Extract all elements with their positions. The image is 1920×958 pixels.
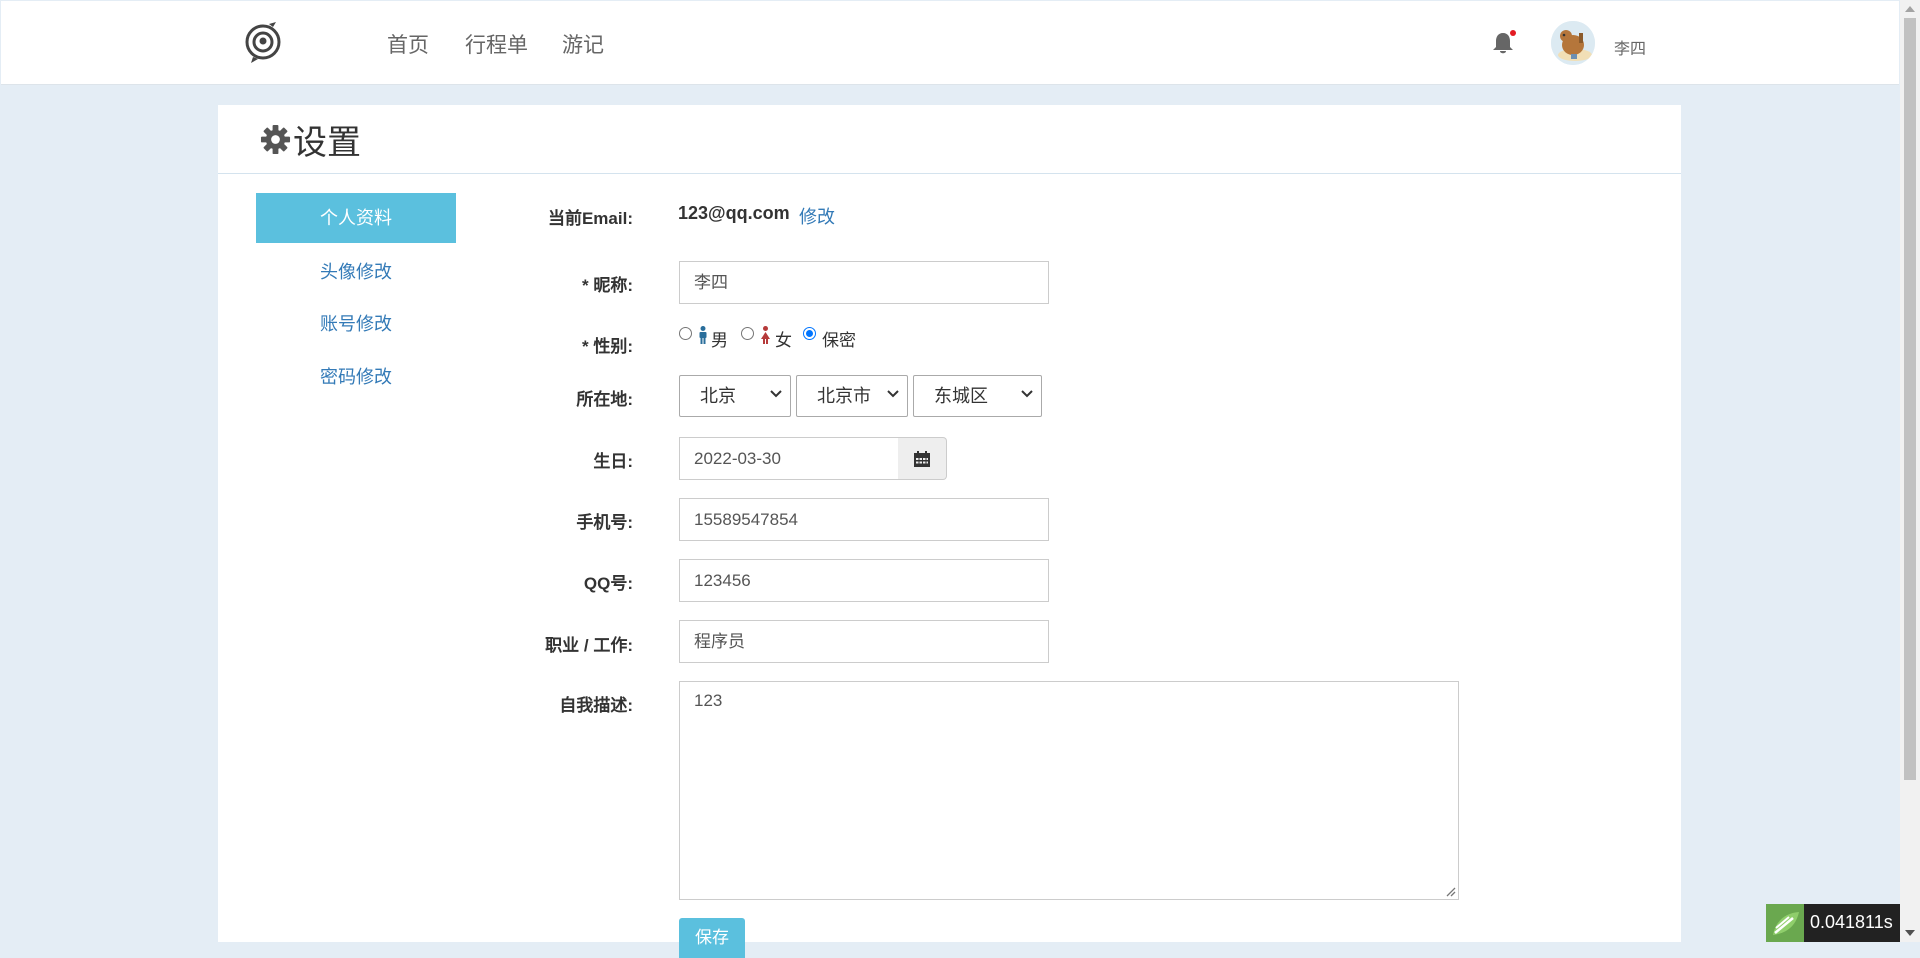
resize-handle-icon[interactable] xyxy=(1446,887,1456,897)
qq-label: QQ号: xyxy=(583,574,633,593)
gender-secret-radio[interactable] xyxy=(803,327,816,340)
qq-input[interactable]: 123456 xyxy=(679,559,1049,602)
email-edit-link[interactable]: 修改 xyxy=(799,203,835,229)
scroll-up-icon[interactable] xyxy=(1905,6,1915,12)
top-navbar: 首页 行程单 游记 李四 xyxy=(1,1,1899,85)
gear-icon xyxy=(260,124,291,155)
calendar-icon xyxy=(914,451,930,467)
gender-secret-label: 保密 xyxy=(822,331,856,350)
scroll-thumb[interactable] xyxy=(1904,18,1916,780)
gender-male-radio[interactable] xyxy=(679,327,692,340)
gender-female-radio[interactable] xyxy=(741,327,754,340)
username[interactable]: 李四 xyxy=(1614,35,1646,59)
province-value: 北京 xyxy=(700,386,736,406)
avatar-image xyxy=(1551,21,1595,65)
panel-header: 设置 xyxy=(218,105,1681,174)
logo-icon[interactable] xyxy=(243,20,283,64)
page-title-text: 设置 xyxy=(293,124,361,162)
settings-panel: 设置 个人资料 头像修改 账号修改 密码修改 当前Email: 123@qq.c… xyxy=(218,105,1681,958)
district-select[interactable]: 东城区 xyxy=(913,375,1042,417)
page-title: 设置 xyxy=(260,115,361,164)
nav-travelogue[interactable]: 游记 xyxy=(562,29,604,59)
notification-dot xyxy=(1510,30,1516,36)
menu-item-password[interactable]: 密码修改 xyxy=(256,363,456,389)
phone-input[interactable]: 15589547854 xyxy=(679,498,1049,541)
male-icon xyxy=(699,326,707,344)
page-scrollbar[interactable] xyxy=(1900,0,1920,942)
phone-label: 手机号: xyxy=(576,513,633,532)
birthday-input[interactable]: 2022-03-30 xyxy=(679,437,899,480)
job-label: 职业 / 工作: xyxy=(545,636,633,655)
timing-badge: 0.041811s xyxy=(1766,904,1900,942)
city-select[interactable]: 北京市 xyxy=(796,375,908,417)
leaf-icon xyxy=(1766,904,1804,942)
avatar[interactable] xyxy=(1551,21,1595,65)
district-value: 东城区 xyxy=(934,386,988,406)
chevron-down-icon xyxy=(1021,390,1033,398)
calendar-button[interactable] xyxy=(898,437,947,480)
timing-text: 0.041811s xyxy=(1810,912,1893,932)
gender-label: * 性别: xyxy=(582,337,633,356)
nickname-label: * 昵称: xyxy=(582,276,633,295)
female-icon xyxy=(761,326,770,344)
menu-item-account[interactable]: 账号修改 xyxy=(256,310,456,336)
menu-item-profile[interactable]: 个人资料 xyxy=(256,193,456,243)
nickname-input[interactable]: 李四 xyxy=(679,261,1049,304)
save-button[interactable]: 保存 xyxy=(679,918,745,958)
gender-male-label: 男 xyxy=(711,331,728,350)
menu-item-avatar[interactable]: 头像修改 xyxy=(256,258,456,284)
province-select[interactable]: 北京 xyxy=(679,375,791,417)
chevron-down-icon xyxy=(887,390,899,398)
birthday-label: 生日: xyxy=(593,452,633,471)
email-label: 当前Email: xyxy=(547,209,633,228)
description-textarea[interactable]: 123 xyxy=(679,681,1459,900)
email-value: 123@qq.com xyxy=(678,203,790,223)
description-label: 自我描述: xyxy=(559,696,633,715)
description-text: 123 xyxy=(694,691,723,710)
gender-female-label: 女 xyxy=(775,331,792,350)
location-label: 所在地: xyxy=(576,390,633,409)
nav-home[interactable]: 首页 xyxy=(387,29,429,59)
city-value: 北京市 xyxy=(817,386,871,406)
nav-itinerary[interactable]: 行程单 xyxy=(465,29,528,59)
job-input[interactable]: 程序员 xyxy=(679,620,1049,663)
scroll-down-icon[interactable] xyxy=(1905,930,1915,936)
chevron-down-icon xyxy=(770,390,782,398)
